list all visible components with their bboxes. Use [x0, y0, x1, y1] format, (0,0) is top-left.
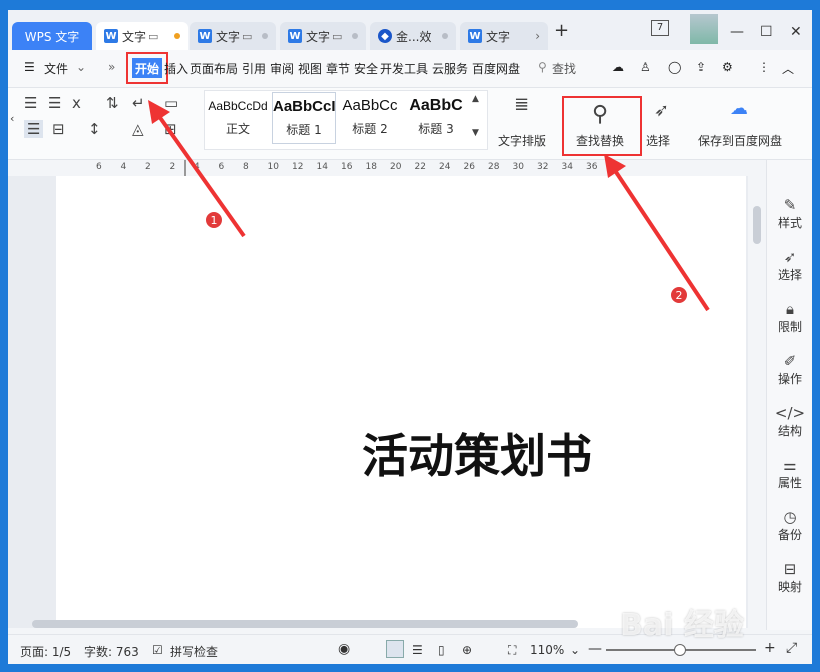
annotation-arrows: [148, 100, 710, 312]
arrow-1-shaft: [154, 110, 246, 238]
baidu-watermark: Bai 经验: [620, 608, 744, 643]
arrow-2-head: [604, 154, 626, 178]
arrow-2-shaft: [610, 164, 710, 312]
annotation-badge-2: 2: [670, 286, 688, 304]
annotation-badge-1: 1: [205, 211, 223, 229]
arrow-1-head: [148, 100, 170, 124]
